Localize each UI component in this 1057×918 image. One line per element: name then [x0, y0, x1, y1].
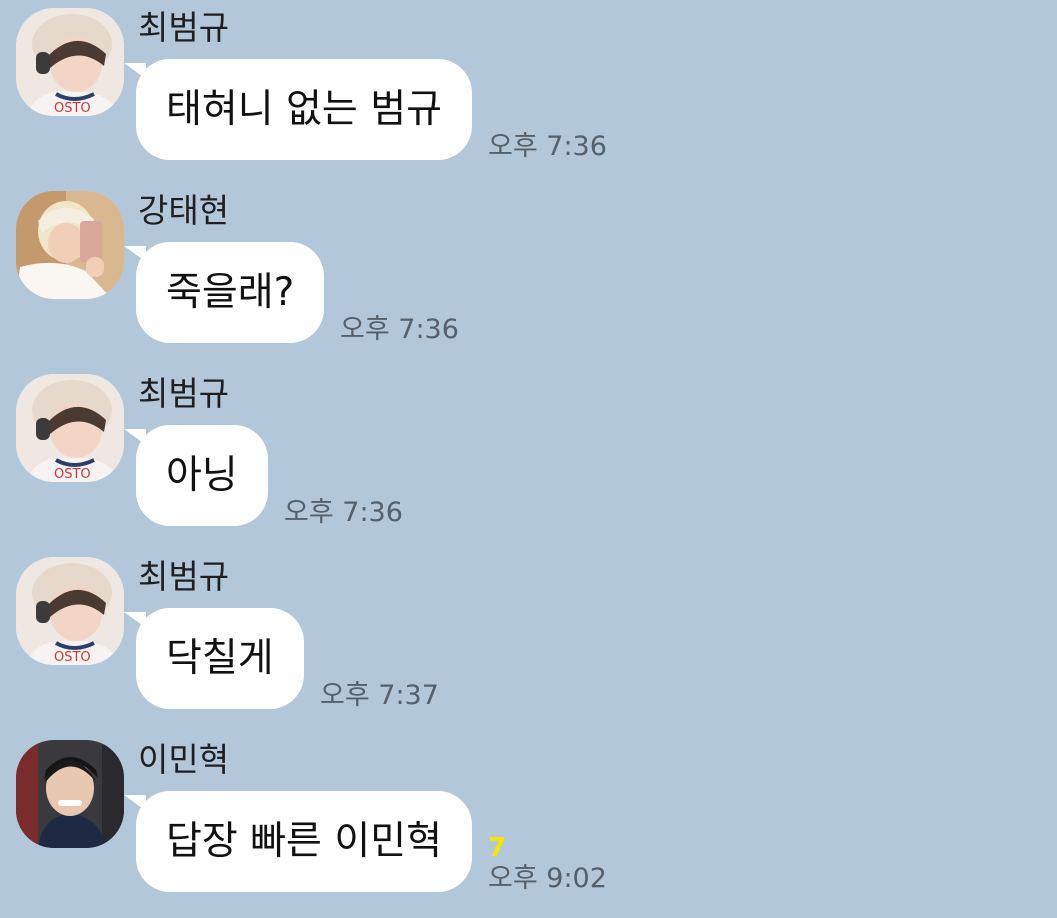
- message-time: 오후 7:36: [488, 131, 607, 162]
- minhyuk-avatar-image: [16, 740, 124, 848]
- message-row: 이민혁 답장 빠른 이민혁 7 오후 9:02: [0, 732, 1057, 907]
- chat-room: OSTO 최범규 태혀니 없는 범규 오후 7:36 강태현 죽을래? 오후 7…: [0, 0, 1057, 918]
- sender-name: 최범규: [138, 8, 230, 47]
- sender-name: 최범규: [138, 374, 230, 413]
- message-bubble[interactable]: 답장 빠른 이민혁: [124, 791, 472, 892]
- message-time: 오후 9:02: [488, 863, 607, 894]
- sender-name: 이민혁: [138, 740, 230, 779]
- bubble-tail: [124, 429, 146, 445]
- bubble-tail: [124, 612, 146, 628]
- beomgyu-avatar-image: OSTO: [16, 374, 124, 482]
- profile-avatar[interactable]: OSTO: [16, 8, 124, 116]
- message-bubble[interactable]: 태혀니 없는 범규: [124, 59, 472, 160]
- message-text: 닥칠게: [166, 635, 274, 681]
- profile-avatar[interactable]: OSTO: [16, 557, 124, 665]
- message-time: 오후 7:37: [320, 680, 439, 711]
- svg-text:OSTO: OSTO: [54, 101, 91, 116]
- taehyun-avatar-image: [16, 191, 124, 299]
- message-row: 강태현 죽을래? 오후 7:36: [0, 183, 1057, 358]
- sender-name: 최범규: [138, 557, 230, 596]
- message-meta: 오후 7:36: [488, 131, 607, 163]
- sender-name: 강태현: [138, 191, 230, 230]
- message-text: 답장 빠른 이민혁: [166, 818, 442, 864]
- message-meta: 7 오후 9:02: [488, 833, 607, 895]
- profile-avatar[interactable]: [16, 191, 124, 299]
- message-bubble[interactable]: 아닝: [124, 425, 268, 526]
- message-bubble[interactable]: 죽을래?: [124, 242, 325, 343]
- svg-text:OSTO: OSTO: [54, 650, 91, 665]
- message-row: OSTO 최범규 닥칠게 오후 7:37: [0, 549, 1057, 724]
- message-text: 아닝: [166, 452, 238, 498]
- unread-count: 7: [488, 833, 507, 863]
- message-time: 오후 7:36: [284, 497, 403, 528]
- message-text: 태혀니 없는 범규: [166, 86, 442, 132]
- message-meta: 오후 7:36: [284, 497, 403, 529]
- message-row: OSTO 최범규 태혀니 없는 범규 오후 7:36: [0, 0, 1057, 175]
- profile-avatar[interactable]: [16, 740, 124, 848]
- profile-avatar[interactable]: OSTO: [16, 374, 124, 482]
- bubble-tail: [124, 795, 146, 811]
- beomgyu-avatar-image: OSTO: [16, 557, 124, 665]
- message-text: 죽을래?: [166, 269, 295, 315]
- message-row: OSTO 최범규 아닝 오후 7:36: [0, 366, 1057, 541]
- bubble-tail: [124, 246, 146, 262]
- message-meta: 오후 7:37: [320, 680, 439, 712]
- beomgyu-avatar-image: OSTO: [16, 8, 124, 116]
- svg-text:OSTO: OSTO: [54, 467, 91, 482]
- message-meta: 오후 7:36: [340, 314, 459, 346]
- message-time: 오후 7:36: [340, 314, 459, 345]
- message-bubble[interactable]: 닥칠게: [124, 608, 304, 709]
- bubble-tail: [124, 63, 146, 79]
